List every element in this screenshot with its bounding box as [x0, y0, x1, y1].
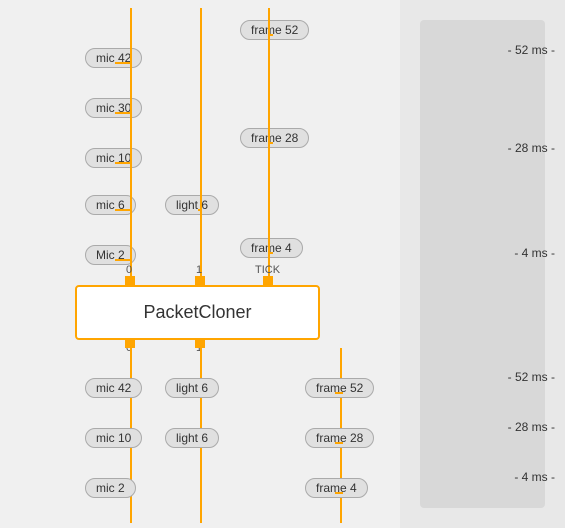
out-node-frame52[interactable]: frame 52 [305, 378, 374, 398]
node-mic2[interactable]: Mic 2 [85, 245, 136, 265]
hline-top-frame28 [268, 142, 273, 144]
hline-out-frame52 [335, 392, 343, 394]
diagram-area: mic 42 mic 30 mic 10 mic 6 light 6 Mic 2… [0, 0, 400, 528]
node-frame4[interactable]: frame 4 [240, 238, 303, 258]
timeline-label-4ms-top: - 4 ms - [514, 246, 555, 260]
hline-top-frame4 [268, 252, 273, 254]
port-label-tick: TICK [255, 264, 280, 276]
out-node-mic2[interactable]: mic 2 [85, 478, 136, 498]
hline-out-frame4 [335, 492, 343, 494]
out-node-light6a[interactable]: light 6 [165, 378, 219, 398]
port-label-1-in: 1 [196, 264, 202, 276]
hline-light6 [198, 209, 202, 211]
node-mic30[interactable]: mic 30 [85, 98, 142, 118]
packet-cloner-box[interactable]: PacketCloner [75, 285, 320, 340]
node-frame52[interactable]: frame 52 [240, 20, 309, 40]
timeline-label-52ms-bot: - 52 ms - [508, 370, 555, 384]
timeline-area: - 52 ms - - 28 ms - - 4 ms - - 52 ms - -… [400, 0, 565, 528]
hline-mic30 [115, 112, 132, 114]
vline-right-top [268, 8, 270, 286]
timeline-label-4ms-bot: - 4 ms - [514, 470, 555, 484]
timeline-label-28ms-bot: - 28 ms - [508, 420, 555, 434]
out-node-mic42[interactable]: mic 42 [85, 378, 142, 398]
timeline-label-52ms-top: - 52 ms - [508, 43, 555, 57]
hline-top-frame52 [268, 34, 273, 36]
port-label-0-in: 0 [126, 264, 132, 276]
dot-port1-out [195, 338, 205, 348]
node-mic6[interactable]: mic 6 [85, 195, 136, 215]
hline-mic10 [115, 162, 132, 164]
out-node-frame4[interactable]: frame 4 [305, 478, 368, 498]
node-frame28[interactable]: frame 28 [240, 128, 309, 148]
hline-mic2 [115, 259, 132, 261]
node-mic42[interactable]: mic 42 [85, 48, 142, 68]
hline-mic42 [115, 62, 132, 64]
dot-port0-out [125, 338, 135, 348]
timeline-label-28ms-top: - 28 ms - [508, 141, 555, 155]
node-light6[interactable]: light 6 [165, 195, 219, 215]
main-container: mic 42 mic 30 mic 10 mic 6 light 6 Mic 2… [0, 0, 565, 528]
node-mic10[interactable]: mic 10 [85, 148, 142, 168]
packet-cloner-label: PacketCloner [143, 302, 251, 323]
timeline-bar [420, 20, 545, 508]
hline-out-frame28 [335, 442, 343, 444]
out-node-frame28[interactable]: frame 28 [305, 428, 374, 448]
hline-mic6 [115, 209, 132, 211]
out-node-mic10[interactable]: mic 10 [85, 428, 142, 448]
out-node-light6b[interactable]: light 6 [165, 428, 219, 448]
vline-mid [200, 8, 202, 286]
vline-left [130, 8, 132, 286]
